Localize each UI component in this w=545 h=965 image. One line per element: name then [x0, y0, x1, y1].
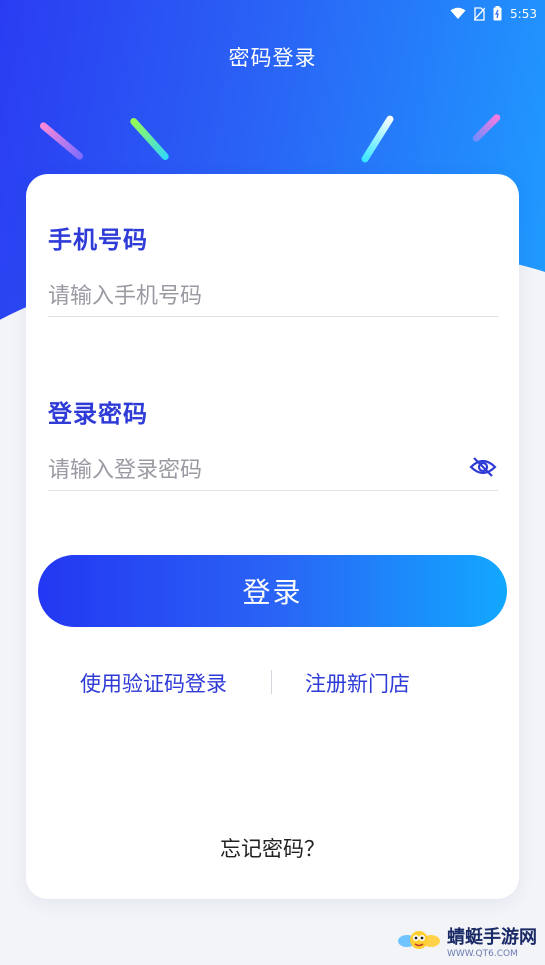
status-bar: 5:53 [0, 0, 545, 28]
no-sim-icon [474, 6, 486, 21]
password-label: 登录密码 [48, 400, 148, 428]
forgot-password-link[interactable]: 忘记密码？ [26, 833, 519, 863]
phone-label: 手机号码 [48, 226, 148, 254]
phone-input[interactable] [48, 276, 498, 317]
battery-icon [493, 6, 502, 21]
dragonfly-logo-icon [398, 931, 440, 949]
register-link[interactable]: 注册新门店 [305, 668, 410, 698]
wifi-icon [450, 7, 466, 19]
status-time: 5:53 [510, 6, 537, 21]
watermark-text: 蜻蜓手游网 [447, 927, 537, 948]
page-title: 密码登录 [228, 46, 317, 70]
watermark-url: WWW.QT6.COM [447, 949, 518, 959]
login-card: 手机号码 登录密码 登录 使用验证码登录 注册新门店 忘记密码？ [26, 174, 519, 899]
watermark: 蜻蜓手游网 WWW.QT6.COM [397, 923, 537, 959]
eye-off-icon[interactable] [468, 452, 498, 482]
login-button[interactable]: 登录 [38, 555, 507, 627]
sms-login-link[interactable]: 使用验证码登录 [80, 668, 227, 698]
password-input[interactable] [48, 450, 498, 491]
link-divider [271, 670, 272, 694]
